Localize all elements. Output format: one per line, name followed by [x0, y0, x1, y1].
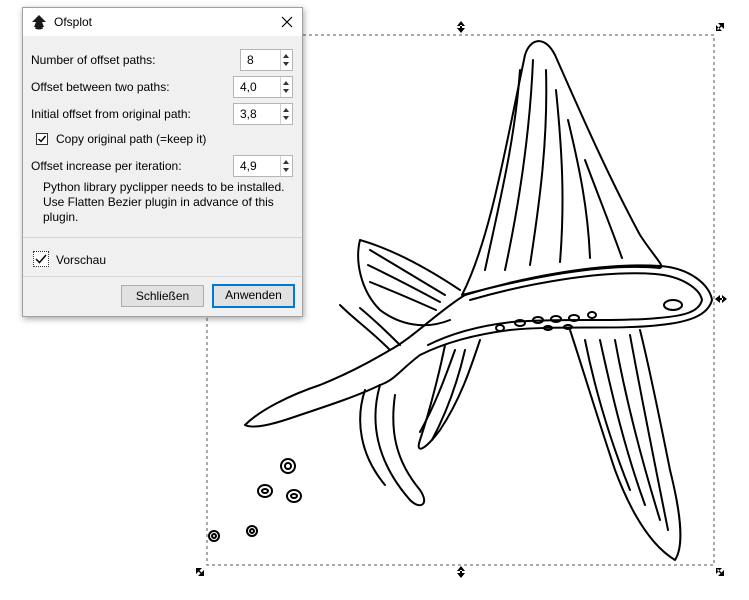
- offset-between-spinner[interactable]: 4,0: [233, 76, 293, 98]
- initial-offset-spinner[interactable]: 3,8: [233, 103, 293, 125]
- decrement-arrow-icon[interactable]: [283, 168, 289, 172]
- apply-button[interactable]: Anwenden: [212, 284, 295, 308]
- offset-increase-label: Offset increase per iteration:: [31, 159, 182, 173]
- fish-eye: [663, 299, 683, 311]
- info-text: Python library pyclipper needs to be ins…: [43, 180, 293, 225]
- num-paths-stepper[interactable]: [280, 50, 292, 70]
- dialog-title: Ofsplot: [54, 15, 93, 29]
- decrement-arrow-icon[interactable]: [283, 62, 289, 66]
- offset-between-stepper[interactable]: [280, 77, 292, 97]
- increment-arrow-icon[interactable]: [283, 81, 289, 85]
- resize-handle-top-right[interactable]: [716, 23, 724, 31]
- offset-increase-spinner[interactable]: 4,9: [233, 155, 293, 177]
- info-line-3: plugin.: [43, 210, 79, 224]
- ofsplot-dialog: Ofsplot Number of offset paths: 8 Offset…: [22, 7, 303, 317]
- divider: [23, 237, 302, 238]
- num-paths-label: Number of offset paths:: [31, 53, 156, 67]
- checkmark-icon: [38, 135, 47, 143]
- close-button[interactable]: [272, 8, 302, 36]
- offset-increase-value[interactable]: 4,9: [240, 159, 257, 173]
- num-paths-value[interactable]: 8: [247, 53, 254, 67]
- flying-fish-artwork[interactable]: [244, 40, 713, 561]
- num-paths-spinner[interactable]: 8: [240, 49, 293, 71]
- offset-increase-stepper[interactable]: [280, 156, 292, 176]
- preview-label[interactable]: Vorschau: [56, 250, 106, 270]
- bubbles[interactable]: [208, 458, 302, 542]
- increment-arrow-icon[interactable]: [283, 160, 289, 164]
- initial-offset-label: Initial offset from original path:: [31, 107, 191, 121]
- resize-handle-bottom-right[interactable]: [716, 568, 724, 576]
- copy-original-label[interactable]: Copy original path (=keep it): [56, 129, 206, 149]
- increment-arrow-icon[interactable]: [283, 54, 289, 58]
- decrement-arrow-icon[interactable]: [283, 116, 289, 120]
- dialog-titlebar[interactable]: Ofsplot: [23, 8, 302, 36]
- info-line-1: Python library pyclipper needs to be ins…: [43, 180, 285, 194]
- copy-original-checkbox[interactable]: [36, 133, 48, 145]
- initial-offset-value[interactable]: 3,8: [240, 107, 257, 121]
- resize-handle-top[interactable]: [457, 21, 465, 33]
- preview-checkbox[interactable]: [33, 251, 49, 267]
- offset-between-value[interactable]: 4,0: [240, 80, 257, 94]
- resize-handle-right[interactable]: [715, 295, 727, 303]
- checkmark-icon: [35, 254, 47, 264]
- resize-handle-bottom-left[interactable]: [196, 568, 204, 576]
- info-line-2: Use Flatten Bezier plugin in advance of …: [43, 195, 274, 209]
- initial-offset-stepper[interactable]: [280, 104, 292, 124]
- close-dialog-button[interactable]: Schließen: [121, 285, 204, 307]
- divider: [23, 276, 302, 277]
- resize-handle-bottom[interactable]: [457, 566, 465, 578]
- offset-between-label: Offset between two paths:: [31, 80, 170, 94]
- close-icon: [281, 16, 293, 28]
- inkscape-icon: [32, 15, 46, 30]
- decrement-arrow-icon[interactable]: [283, 89, 289, 93]
- increment-arrow-icon[interactable]: [283, 108, 289, 112]
